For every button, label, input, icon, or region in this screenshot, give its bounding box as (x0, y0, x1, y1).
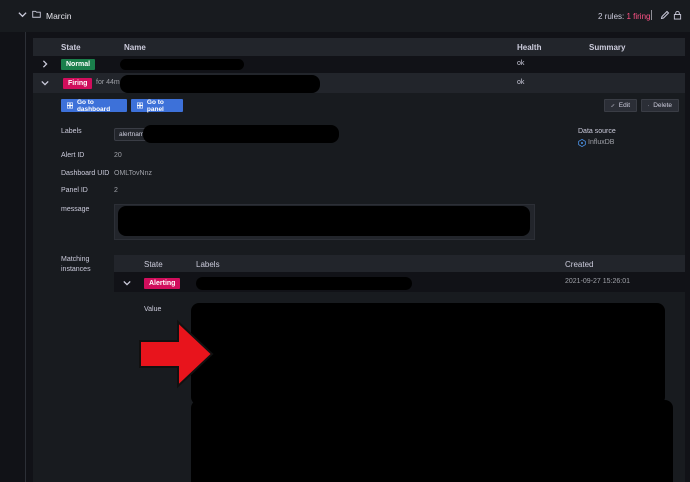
matching-instances-label-line2: instances (61, 266, 91, 273)
value-label: Value (144, 306, 162, 313)
go-to-panel-label: Go to panel (146, 98, 164, 113)
lock-icon[interactable] (673, 10, 682, 20)
redacted-instance-labels (196, 277, 412, 290)
labels-label: Labels (61, 128, 82, 135)
instances-header-labels: Labels (196, 260, 220, 269)
state-badge-alerting: Alerting (144, 278, 181, 289)
redacted-value-block (191, 303, 665, 405)
firing-count: 1 firing (626, 12, 651, 21)
panel-icon (137, 102, 143, 109)
data-source-label: Data source (578, 128, 616, 135)
tree-guide-line (25, 32, 26, 482)
message-label: message (61, 206, 90, 213)
influxdb-icon (578, 139, 586, 147)
dashboard-uid-value: OMLTovNnz (114, 170, 152, 177)
panel-id-label: Panel ID (61, 187, 88, 194)
redacted-name (120, 59, 244, 70)
header-name: Name (124, 43, 146, 52)
health-value: ok (517, 60, 525, 67)
alert-id-value: 20 (114, 152, 122, 159)
state-badge-firing: Firing (63, 78, 93, 89)
chevron-down-icon[interactable] (41, 79, 49, 87)
firing-duration: for 44m (96, 79, 120, 86)
health-value: ok (517, 79, 525, 86)
divider (651, 10, 652, 20)
panel-id-value: 2 (114, 187, 118, 194)
folder-name: Marcin (46, 11, 72, 21)
chevron-down-icon[interactable] (123, 279, 131, 287)
edit-label: Edit (618, 102, 630, 109)
chevron-down-icon[interactable] (18, 10, 27, 22)
chevron-right-icon[interactable] (41, 60, 49, 68)
redacted-message (118, 206, 530, 236)
go-to-dashboard-label: Go to dashboard (76, 98, 111, 113)
go-to-dashboard-button[interactable]: Go to dashboard (61, 98, 127, 113)
redacted-value-block (191, 400, 673, 482)
data-source-value[interactable]: InfluxDB (588, 139, 614, 146)
pencil-icon[interactable] (660, 10, 670, 20)
dashboard-icon (67, 102, 73, 109)
header-health: Health (517, 43, 542, 52)
instance-created: 2021-09-27 15:26:01 (565, 278, 630, 285)
red-arrow-annotation (139, 319, 214, 389)
redacted-label-value (143, 125, 339, 143)
instances-header-created: Created (565, 260, 594, 269)
header-summary: Summary (589, 43, 626, 52)
go-to-panel-button[interactable]: Go to panel (131, 98, 183, 113)
edit-button[interactable]: Edit (604, 99, 637, 112)
delete-button[interactable]: Delete (641, 99, 679, 112)
pencil-icon (611, 103, 615, 108)
alert-id-label: Alert ID (61, 152, 85, 159)
folder-icon (32, 10, 41, 18)
dashboard-uid-label: Dashboard UID (61, 170, 110, 177)
folder-header[interactable]: Marcin 2 rules: 1 firing (0, 0, 690, 32)
redacted-name (120, 75, 320, 93)
delete-label: Delete (653, 102, 672, 109)
state-badge-normal: Normal (61, 59, 96, 70)
header-state: State (61, 43, 81, 52)
matching-instances-label-line1: Matching (61, 256, 90, 263)
rules-count: 2 rules: 1 firing (598, 12, 651, 21)
instances-header-state: State (144, 260, 163, 269)
trash-icon (648, 105, 650, 107)
